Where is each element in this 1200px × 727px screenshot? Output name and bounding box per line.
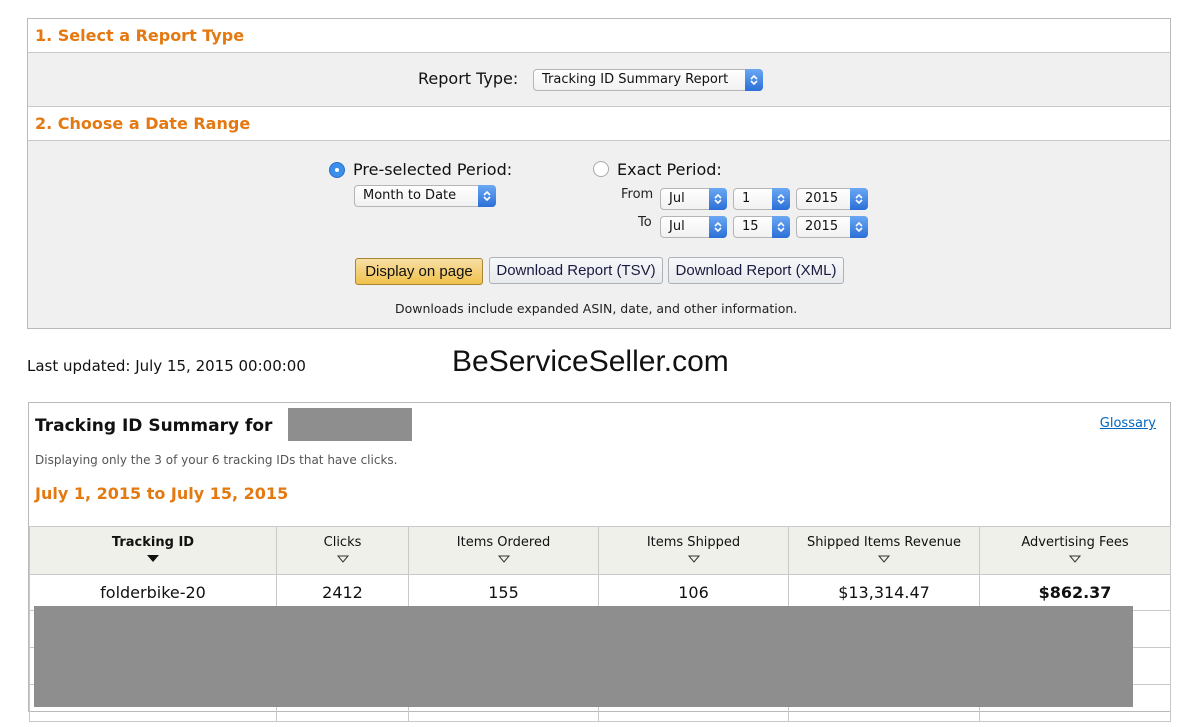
- section-header-report-type: 1. Select a Report Type: [28, 19, 1170, 53]
- column-header-label: Advertising Fees: [1021, 535, 1129, 550]
- report-settings-panel: 1. Select a Report Type Report Type: Tra…: [27, 18, 1171, 329]
- watermark-text: BeServiceSeller.com: [452, 345, 729, 378]
- section-body-report-type: Report Type: Tracking ID Summary Report: [28, 53, 1170, 107]
- triangle-down-outline-icon: [336, 555, 349, 563]
- triangle-down-outline-icon: [687, 555, 700, 563]
- to-label: To: [638, 215, 652, 230]
- triangle-down-outline-icon: [1069, 555, 1081, 563]
- download-tsv-button[interactable]: Download Report (TSV): [489, 257, 663, 284]
- exact-period-label: Exact Period:: [617, 160, 722, 179]
- column-header-shipped-items-revenue[interactable]: Shipped Items Revenue: [788, 526, 980, 575]
- column-header-label: Items Shipped: [646, 535, 741, 550]
- column-header-tracking-id[interactable]: Tracking ID: [29, 526, 277, 575]
- column-header-items-shipped[interactable]: Items Shipped: [598, 526, 789, 575]
- downloads-note: Downloads include expanded ASIN, date, a…: [395, 301, 798, 316]
- triangle-down-outline-icon: [497, 555, 510, 563]
- to-day-value: 15: [742, 219, 759, 234]
- summary-date-range: July 1, 2015 to July 15, 2015: [35, 484, 289, 503]
- table-header-row: Tracking ID Clicks Items Ordered Items S…: [29, 526, 1171, 575]
- triangle-down-outline-icon: [878, 555, 890, 563]
- report-type-value: Tracking ID Summary Report: [542, 72, 729, 87]
- report-type-select[interactable]: Tracking ID Summary Report: [533, 69, 763, 91]
- section-body-date-range: Pre-selected Period: Month to Date Exact…: [28, 141, 1170, 328]
- summary-note: Displaying only the 3 of your 6 tracking…: [35, 453, 398, 467]
- from-year-select[interactable]: 2015: [796, 188, 868, 210]
- chevron-up-down-icon: [709, 188, 727, 210]
- to-year-select[interactable]: 2015: [796, 216, 868, 238]
- from-label: From: [621, 187, 654, 202]
- from-month-select[interactable]: Jul: [660, 188, 727, 210]
- to-month-value: Jul: [669, 219, 685, 234]
- preselected-period-label: Pre-selected Period:: [353, 160, 513, 179]
- last-updated-text: Last updated: July 15, 2015 00:00:00: [27, 357, 306, 375]
- chevron-up-down-icon: [478, 185, 496, 207]
- download-xml-button[interactable]: Download Report (XML): [668, 257, 844, 284]
- from-month-value: Jul: [669, 191, 685, 206]
- section-title-date-range: 2. Choose a Date Range: [35, 114, 251, 133]
- to-year-value: 2015: [805, 219, 839, 234]
- preselected-period-select[interactable]: Month to Date: [354, 185, 496, 207]
- column-header-label: Clicks: [323, 535, 362, 550]
- from-year-value: 2015: [805, 191, 839, 206]
- chevron-up-down-icon: [709, 216, 727, 238]
- column-header-label: Shipped Items Revenue: [806, 535, 962, 550]
- from-day-select[interactable]: 1: [733, 188, 790, 210]
- summary-title: Tracking ID Summary for: [35, 416, 273, 436]
- chevron-up-down-icon: [850, 216, 868, 238]
- to-day-select[interactable]: 15: [733, 216, 790, 238]
- section-header-date-range: 2. Choose a Date Range: [28, 107, 1170, 141]
- chevron-up-down-icon: [745, 69, 763, 91]
- section-title-report-type: 1. Select a Report Type: [35, 26, 245, 45]
- from-day-value: 1: [742, 191, 751, 206]
- to-month-select[interactable]: Jul: [660, 216, 727, 238]
- column-header-label: Items Ordered: [456, 535, 551, 550]
- glossary-link[interactable]: Glossary: [1100, 416, 1156, 431]
- column-header-label: Tracking ID: [111, 535, 195, 550]
- preselected-period-radio[interactable]: [329, 162, 345, 178]
- chevron-up-down-icon: [772, 188, 790, 210]
- column-header-advertising-fees[interactable]: Advertising Fees: [979, 526, 1171, 575]
- column-header-items-ordered[interactable]: Items Ordered: [408, 526, 599, 575]
- chevron-up-down-icon: [772, 216, 790, 238]
- chevron-up-down-icon: [850, 188, 868, 210]
- redacted-account-name: [288, 408, 412, 441]
- preselected-period-value: Month to Date: [363, 188, 457, 203]
- tracking-summary-panel: Tracking ID Summary for Glossary Display…: [28, 402, 1171, 722]
- triangle-down-filled-icon: [147, 555, 159, 562]
- display-on-page-button[interactable]: Display on page: [355, 258, 483, 285]
- redacted-rows-block: [34, 606, 1133, 707]
- column-header-clicks[interactable]: Clicks: [276, 526, 409, 575]
- report-type-label: Report Type:: [418, 69, 519, 88]
- exact-period-radio[interactable]: [593, 161, 609, 177]
